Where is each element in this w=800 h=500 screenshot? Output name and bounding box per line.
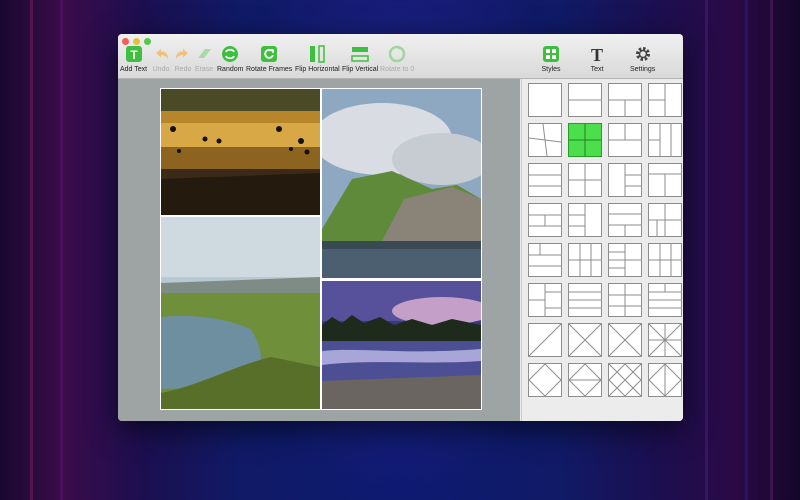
add-text-button[interactable]: T Add Text — [120, 44, 147, 73]
layout-tile[interactable] — [568, 163, 602, 197]
toolbar: T Add Text Undo Redo Erase Random Rotate… — [118, 34, 683, 79]
app-window: T Add Text Undo Redo Erase Random Rotate… — [118, 34, 683, 421]
random-button[interactable]: Random — [217, 44, 243, 73]
svg-text:T: T — [130, 48, 138, 62]
layout-tile[interactable] — [648, 203, 682, 237]
add-text-label: Add Text — [120, 66, 148, 73]
flip-horizontal-icon — [307, 44, 327, 64]
rotate-frames-button[interactable]: Rotate Frames — [246, 44, 292, 73]
erase-button[interactable]: Erase — [194, 44, 214, 73]
layout-tile[interactable] — [568, 83, 602, 117]
redo-icon — [173, 44, 193, 64]
layout-tile[interactable] — [648, 83, 682, 117]
styles-label: Styles — [541, 66, 561, 73]
rotate-frames-label: Rotate Frames — [246, 66, 293, 73]
undo-icon — [151, 44, 171, 64]
rotate-to-0-icon — [387, 44, 407, 64]
gear-icon — [633, 44, 653, 64]
layout-tile[interactable] — [568, 283, 602, 317]
styles-button[interactable]: Styles — [541, 44, 561, 73]
rotate-to-0-button[interactable]: Rotate to 0 — [380, 44, 414, 73]
random-icon — [220, 44, 240, 64]
layout-tile[interactable] — [528, 243, 562, 277]
flip-vertical-label: Flip Vertical — [342, 66, 379, 73]
settings-button[interactable]: Settings — [630, 44, 655, 73]
erase-label: Erase — [194, 66, 214, 73]
layout-tile[interactable] — [528, 323, 562, 357]
layout-tile[interactable] — [608, 323, 642, 357]
text-button[interactable]: T Text — [587, 44, 607, 73]
rotate-to-0-label: Rotate to 0 — [380, 66, 415, 73]
layout-tile[interactable] — [528, 163, 562, 197]
layout-tile[interactable] — [608, 83, 642, 117]
text-label: Text — [590, 66, 604, 73]
add-text-icon: T — [124, 44, 144, 64]
text-icon: T — [587, 44, 607, 64]
layout-tile[interactable] — [648, 243, 682, 277]
svg-text:T: T — [591, 45, 603, 63]
layout-tile[interactable] — [608, 243, 642, 277]
layout-tile[interactable] — [528, 283, 562, 317]
collage-frame — [160, 88, 482, 410]
eraser-icon — [194, 44, 214, 64]
layout-tile[interactable] — [608, 163, 642, 197]
random-label: Random — [217, 66, 244, 73]
layout-tile[interactable] — [568, 243, 602, 277]
redo-button[interactable]: Redo — [173, 44, 193, 73]
flip-horizontal-button[interactable]: Flip Horizontal — [295, 44, 340, 73]
flip-horizontal-label: Flip Horizontal — [295, 66, 340, 73]
layout-tile[interactable] — [528, 83, 562, 117]
layout-tile[interactable] — [568, 363, 602, 397]
undo-label: Undo — [152, 66, 170, 73]
layout-tile[interactable] — [528, 203, 562, 237]
layout-tile-selected[interactable] — [568, 123, 602, 157]
layout-tile[interactable] — [608, 203, 642, 237]
undo-button[interactable]: Undo — [151, 44, 171, 73]
layout-picker-panel — [521, 79, 683, 421]
layout-tile[interactable] — [648, 363, 682, 397]
layout-tile[interactable] — [528, 123, 562, 157]
styles-icon — [541, 44, 561, 64]
layout-tile[interactable] — [648, 163, 682, 197]
layout-tile[interactable] — [648, 323, 682, 357]
photo-coastal-cliff[interactable] — [322, 89, 481, 278]
layout-tile[interactable] — [568, 203, 602, 237]
collage-canvas — [118, 79, 520, 421]
layout-tile[interactable] — [568, 323, 602, 357]
flip-vertical-button[interactable]: Flip Vertical — [342, 44, 378, 73]
photo-twilight-river[interactable] — [322, 281, 481, 409]
layout-tile[interactable] — [648, 123, 682, 157]
rotate-frames-icon — [259, 44, 279, 64]
layout-tile[interactable] — [608, 283, 642, 317]
flip-vertical-icon — [350, 44, 370, 64]
layout-tile[interactable] — [608, 363, 642, 397]
redo-label: Redo — [174, 66, 192, 73]
photo-river-meadow[interactable] — [161, 217, 320, 409]
settings-label: Settings — [630, 66, 656, 73]
layout-tile[interactable] — [648, 283, 682, 317]
layout-tile[interactable] — [528, 363, 562, 397]
layout-tile[interactable] — [608, 123, 642, 157]
photo-birds-sunset[interactable] — [161, 89, 320, 215]
